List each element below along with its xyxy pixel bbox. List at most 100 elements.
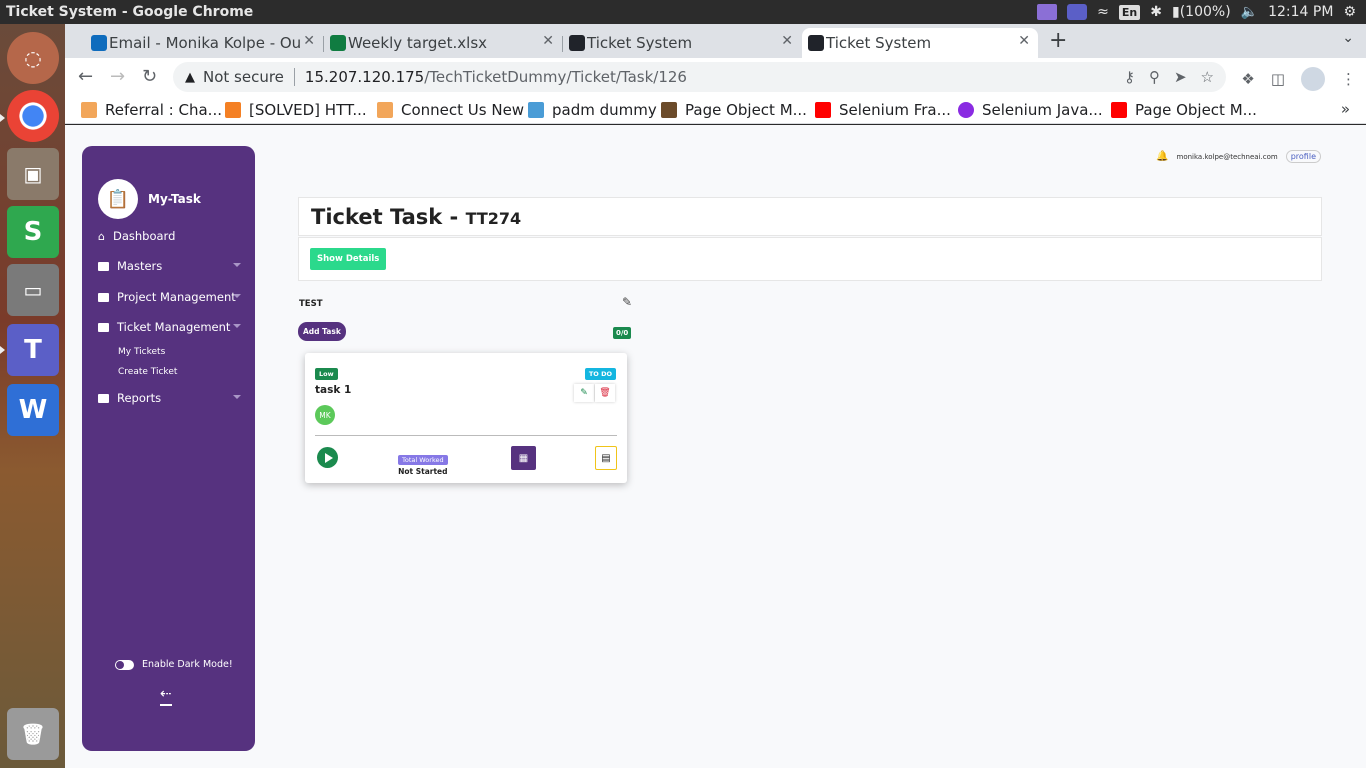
sidebar-item-ticket-management[interactable]: Ticket Management — [98, 320, 243, 334]
side-panel-icon[interactable]: ◫ — [1271, 70, 1285, 88]
bookmark-item[interactable]: Page Object M... — [661, 100, 807, 120]
bookmark-item[interactable]: Connect Us New — [377, 100, 524, 120]
tab-email[interactable]: Email - Monika Kolpe - Ou ✕ — [85, 28, 324, 58]
zoom-icon[interactable]: ⚲ — [1149, 68, 1160, 86]
bookmark-item[interactable]: padm dummy — [528, 100, 657, 120]
send-icon[interactable]: ➤ — [1174, 68, 1187, 86]
tab-weekly-target[interactable]: Weekly target.xlsx ✕ — [324, 28, 563, 58]
bookmarks-overflow-icon[interactable]: » — [1341, 100, 1350, 118]
app-sidebar: 📋 My-Task ⌂ Dashboard Masters Project Ma… — [82, 146, 255, 751]
play-icon[interactable] — [317, 447, 338, 468]
sidebar-item-label: Reports — [117, 391, 162, 405]
tab-label: Ticket System — [587, 34, 693, 52]
writer-launcher-icon[interactable]: W — [7, 384, 59, 436]
close-icon[interactable]: ✕ — [303, 33, 315, 49]
collapse-sidebar-icon[interactable]: ⇠ — [160, 686, 172, 706]
close-icon[interactable]: ✕ — [781, 33, 793, 49]
web-page: 📋 My-Task ⌂ Dashboard Masters Project Ma… — [65, 125, 1366, 768]
battery-indicator[interactable]: ▮(100%) — [1172, 4, 1231, 20]
trash-icon[interactable]: 🗑 — [595, 384, 615, 402]
profile-image[interactable]: profile — [1285, 150, 1321, 163]
chevron-down-icon — [233, 263, 241, 267]
tab-ticket-system-active[interactable]: Ticket System ✕ — [802, 28, 1038, 58]
youtube-icon — [1111, 102, 1127, 118]
sidebar-subitem-my-tickets[interactable]: My Tickets — [118, 347, 165, 357]
clipboard-check-icon: 📋 — [98, 179, 138, 219]
omnibox-actions: ⚷ ⚲ ➤ ☆ — [1124, 68, 1214, 86]
new-tab-button[interactable]: + — [1049, 28, 1067, 53]
bookmark-favicon-icon — [528, 102, 544, 118]
bookmark-item[interactable]: [SOLVED] HTT... — [225, 100, 367, 120]
files-launcher-icon[interactable]: ▣ — [7, 148, 59, 200]
show-details-button[interactable]: Show Details — [310, 248, 387, 270]
forward-arrow-icon[interactable]: → — [110, 66, 125, 87]
screen-share-icon[interactable] — [1037, 4, 1058, 20]
spreadsheet-launcher-icon[interactable]: S — [7, 206, 59, 258]
notes-icon[interactable]: ▤ — [595, 446, 617, 470]
system-tray: ≈ En ✱ ▮(100%) 🔈 12:14 PM ⚙ — [1037, 0, 1356, 24]
bookmark-label: Page Object M... — [685, 101, 807, 119]
tab-ticket-system[interactable]: Ticket System ✕ — [563, 28, 801, 58]
wifi-icon[interactable]: ≈ — [1097, 4, 1109, 20]
sidebar-item-dashboard[interactable]: ⌂ Dashboard — [98, 229, 243, 243]
bookmark-item[interactable]: Selenium Java... — [958, 100, 1103, 120]
home-icon: ⌂ — [98, 229, 105, 243]
react-icon — [569, 35, 585, 51]
toolbar-right: ❖ ◫ ⋮ — [1241, 67, 1356, 91]
bookmark-favicon-icon — [225, 102, 241, 118]
user-header: 🔔 monika.kolpe@techneai.com profile — [1156, 150, 1321, 163]
dark-mode-toggle[interactable] — [115, 659, 134, 670]
ticket-code: TT274 — [465, 209, 522, 228]
task-name: task 1 — [315, 384, 352, 396]
security-label[interactable]: Not secure — [203, 68, 284, 86]
sidebar-item-masters[interactable]: Masters — [98, 259, 243, 273]
chrome-launcher-icon[interactable] — [7, 90, 59, 142]
remote-desktop-launcher-icon[interactable]: ▭ — [7, 264, 59, 316]
key-icon[interactable]: ⚷ — [1124, 68, 1135, 86]
app-brand[interactable]: 📋 My-Task — [98, 179, 201, 219]
calendar-icon[interactable]: ▦ — [511, 446, 536, 470]
os-top-bar: Ticket System - Google Chrome ≈ En ✱ ▮(1… — [0, 0, 1366, 24]
bell-icon[interactable]: 🔔 — [1156, 151, 1168, 162]
reload-icon[interactable]: ↻ — [142, 66, 157, 87]
address-bar[interactable]: ▲ Not secure 15.207.120.175 /TechTicketD… — [173, 62, 1226, 92]
star-icon[interactable]: ☆ — [1201, 68, 1214, 86]
more-menu-icon[interactable]: ⋮ — [1341, 70, 1356, 88]
bluetooth-icon[interactable]: ✱ — [1150, 4, 1162, 20]
close-icon[interactable]: ✕ — [1018, 33, 1030, 49]
keyboard-language[interactable]: En — [1118, 4, 1141, 20]
task-card[interactable]: Low TO DO task 1 ✎ 🗑 MK Total Worked Not… — [305, 353, 627, 483]
clock[interactable]: 12:14 PM — [1268, 4, 1333, 20]
briefcase-icon — [98, 292, 109, 302]
bookmark-item[interactable]: Referral : Cha... — [81, 100, 222, 120]
pencil-icon[interactable]: ✎ — [622, 295, 632, 309]
extensions-puzzle-icon[interactable]: ❖ — [1241, 70, 1254, 88]
sidebar-item-project-management[interactable]: Project Management — [98, 290, 243, 304]
ubuntu-home-icon[interactable]: ◌ — [7, 32, 59, 84]
back-arrow-icon[interactable]: ← — [78, 66, 93, 87]
trash-icon[interactable]: 🗑 — [7, 708, 59, 760]
add-task-button[interactable]: Add Task — [298, 322, 346, 341]
sidebar-item-reports[interactable]: Reports — [98, 391, 243, 405]
ticket-icon — [98, 393, 109, 403]
sidebar-item-label: Ticket Management — [117, 320, 231, 334]
react-icon — [808, 35, 824, 51]
sidebar-subitem-create-ticket[interactable]: Create Ticket — [118, 367, 177, 377]
profile-avatar-icon[interactable] — [1301, 67, 1325, 91]
teams-launcher-icon[interactable]: T — [7, 324, 59, 376]
tab-label: Weekly target.xlsx — [348, 34, 488, 52]
ticket-icon — [98, 322, 109, 332]
bookmark-item[interactable]: Selenium Fra... — [815, 100, 951, 120]
close-icon[interactable]: ✕ — [542, 33, 554, 49]
bookmark-label: Connect Us New — [401, 101, 525, 119]
avatar: MK — [315, 405, 335, 425]
edit-icon[interactable]: ✎ — [574, 384, 594, 402]
power-gear-icon[interactable]: ⚙ — [1343, 4, 1356, 20]
running-indicator — [0, 114, 5, 122]
bookmark-label: Selenium Fra... — [839, 101, 951, 119]
warning-icon[interactable]: ▲ — [185, 70, 195, 85]
bookmark-item[interactable]: Page Object M... — [1111, 100, 1257, 120]
tab-search-chevron-icon[interactable]: ⌄ — [1342, 30, 1354, 46]
volume-icon[interactable]: 🔈 — [1241, 4, 1258, 20]
teams-tray-icon[interactable] — [1067, 4, 1088, 20]
